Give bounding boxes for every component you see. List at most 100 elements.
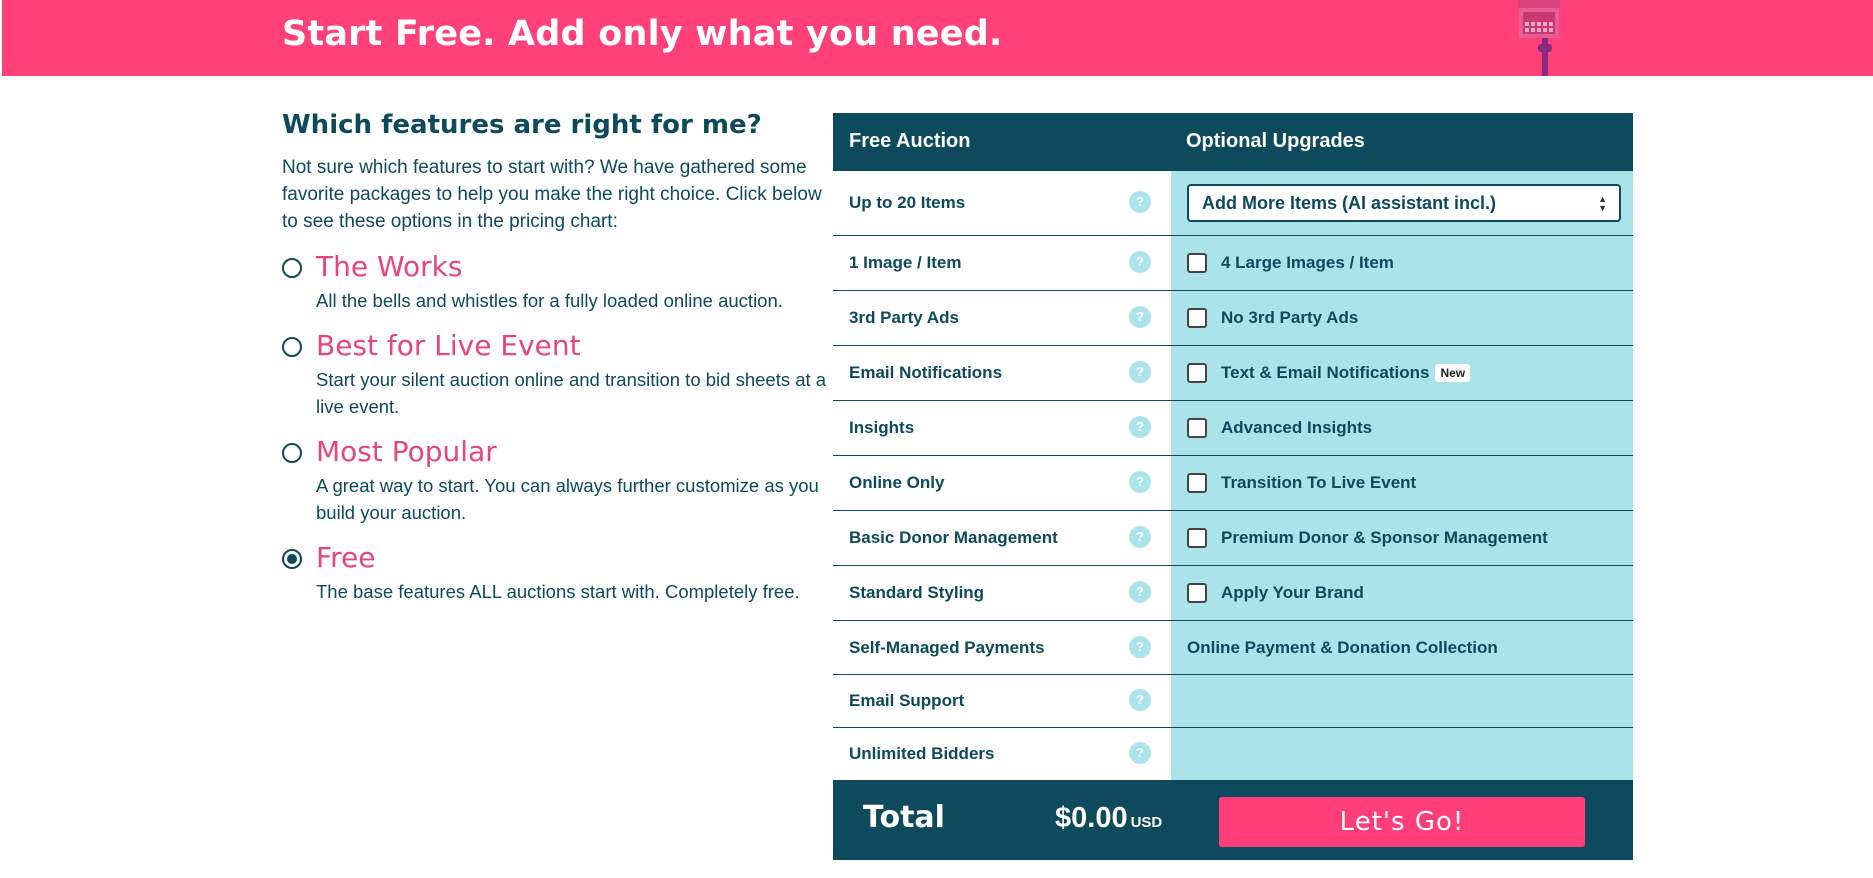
banner-title: Start Free. Add only what you need.	[282, 14, 1003, 54]
table-row: Insights? Advanced Insights	[833, 400, 1633, 455]
upgrade-checkbox[interactable]	[1187, 583, 1207, 603]
package-best-for-live-event[interactable]: Best for Live Event Start your silent au…	[282, 328, 827, 420]
help-icon[interactable]: ?	[1129, 361, 1151, 383]
total-label: Total	[863, 800, 945, 835]
upgrade-checkbox[interactable]	[1187, 418, 1207, 438]
free-feature-label: Email Notifications	[849, 363, 1003, 382]
shopping-cart-icon	[1518, 0, 1560, 76]
upgrade-cell: Add More Items (AI assistant incl.) ▲ ▼	[1171, 171, 1633, 235]
table-row: Unlimited Bidders?	[833, 727, 1633, 780]
select-value: Add More Items (AI assistant incl.)	[1202, 192, 1497, 213]
new-badge: New	[1435, 364, 1471, 382]
upgrade-label: Online Payment & Donation Collection	[1187, 637, 1498, 657]
help-icon[interactable]: ?	[1129, 635, 1151, 658]
help-icon[interactable]: ?	[1129, 689, 1151, 711]
help-icon[interactable]: ?	[1129, 581, 1151, 603]
upgrade-cell: Text & Email Notifications New	[1171, 346, 1633, 400]
upgrade-label[interactable]: Text & Email Notifications	[1221, 363, 1429, 383]
total-amount: $0.00 USD	[1055, 802, 1162, 835]
help-icon[interactable]: ?	[1129, 251, 1151, 273]
free-feature: Self-Managed Payments?	[833, 621, 1171, 674]
free-feature: 1 Image / Item?	[833, 236, 1171, 290]
upgrade-cell: Transition To Live Event	[1171, 456, 1633, 510]
free-feature-label: Online Only	[849, 473, 945, 492]
total-value: $0.00	[1055, 802, 1128, 834]
package-name[interactable]: The Works	[316, 249, 827, 285]
upgrade-label[interactable]: 4 Large Images / Item	[1221, 253, 1394, 273]
free-feature: 3rd Party Ads?	[833, 291, 1171, 345]
table-row: Online Only? Transition To Live Event	[833, 455, 1633, 510]
free-feature: Standard Styling?	[833, 566, 1171, 620]
header-free-auction: Free Auction	[849, 130, 971, 152]
free-feature: Up to 20 Items?	[833, 171, 1171, 235]
free-feature-label: Up to 20 Items	[849, 193, 966, 212]
select-arrows-icon: ▲ ▼	[1598, 194, 1607, 213]
free-feature: Online Only?	[833, 456, 1171, 510]
help-icon[interactable]: ?	[1129, 191, 1151, 213]
add-more-items-select[interactable]: Add More Items (AI assistant incl.) ▲ ▼	[1187, 184, 1621, 222]
table-row: Email Notifications? Text & Email Notifi…	[833, 345, 1633, 400]
table-row: 3rd Party Ads? No 3rd Party Ads	[833, 290, 1633, 345]
free-feature: Email Support?	[833, 675, 1171, 727]
free-feature: Email Notifications?	[833, 346, 1171, 400]
upgrade-cell-empty	[1171, 728, 1633, 780]
banner: Start Free. Add only what you need.	[2, 0, 1873, 76]
upgrade-cell: No 3rd Party Ads	[1171, 291, 1633, 345]
upgrade-cell: Apply Your Brand	[1171, 566, 1633, 620]
table-row: Basic Donor Management? Premium Donor & …	[833, 510, 1633, 565]
header-optional-upgrades: Optional Upgrades	[1186, 130, 1365, 152]
table-row: Standard Styling? Apply Your Brand	[833, 565, 1633, 620]
radio-free[interactable]	[282, 549, 302, 569]
table-row: Up to 20 Items? Add More Items (AI assis…	[833, 170, 1633, 235]
upgrade-cell: Advanced Insights	[1171, 401, 1633, 455]
package-desc: All the bells and whistles for a fully l…	[316, 290, 783, 311]
package-most-popular[interactable]: Most Popular A great way to start. You c…	[282, 434, 827, 526]
free-feature-label: Unlimited Bidders	[849, 744, 995, 763]
upgrade-label[interactable]: No 3rd Party Ads	[1221, 308, 1358, 328]
upgrade-label[interactable]: Apply Your Brand	[1221, 583, 1364, 603]
help-icon[interactable]: ?	[1129, 416, 1151, 438]
free-feature-label: Email Support	[849, 691, 965, 710]
radio-the-works[interactable]	[282, 258, 302, 278]
upgrade-cell: Premium Donor & Sponsor Management	[1171, 511, 1633, 565]
upgrade-label[interactable]: Premium Donor & Sponsor Management	[1221, 528, 1548, 548]
free-feature-label: Standard Styling	[849, 583, 985, 602]
free-feature: Insights?	[833, 401, 1171, 455]
package-chooser: Which features are right for me? Not sur…	[282, 110, 827, 619]
package-the-works[interactable]: The Works All the bells and whistles for…	[282, 249, 827, 314]
free-feature: Unlimited Bidders?	[833, 728, 1171, 780]
upgrade-label[interactable]: Advanced Insights	[1221, 418, 1372, 438]
package-name[interactable]: Free	[316, 540, 827, 576]
free-feature-label: Self-Managed Payments	[849, 637, 1045, 657]
upgrade-cell-empty	[1171, 675, 1633, 727]
package-name[interactable]: Best for Live Event	[316, 328, 827, 364]
total-currency: USD	[1130, 814, 1163, 831]
upgrade-checkbox[interactable]	[1187, 473, 1207, 493]
help-icon[interactable]: ?	[1129, 526, 1151, 548]
upgrade-checkbox[interactable]	[1187, 308, 1207, 328]
table-row: 1 Image / Item? 4 Large Images / Item	[833, 235, 1633, 290]
upgrade-label[interactable]: Transition To Live Event	[1221, 473, 1416, 493]
radio-most-popular[interactable]	[282, 443, 302, 463]
table-header: Free Auction Optional Upgrades	[833, 113, 1633, 170]
package-desc: A great way to start. You can always fur…	[316, 475, 819, 523]
section-heading: Which features are right for me?	[282, 110, 762, 140]
help-icon[interactable]: ?	[1129, 742, 1151, 764]
free-feature-label: Insights	[849, 418, 915, 437]
lets-go-button[interactable]: Let's Go!	[1219, 797, 1585, 847]
package-desc: Start your silent auction online and tra…	[316, 369, 827, 417]
page: Start Free. Add only what you need. Whic…	[2, 0, 1873, 878]
table-row: Self-Managed Payments? Online Payment & …	[833, 620, 1633, 674]
intro-text: Not sure which features to start with? W…	[282, 157, 822, 232]
upgrade-checkbox[interactable]	[1187, 253, 1207, 273]
radio-best-for-live-event[interactable]	[282, 337, 302, 357]
help-icon[interactable]: ?	[1129, 306, 1151, 328]
package-free[interactable]: Free The base features ALL auctions star…	[282, 540, 827, 605]
package-name[interactable]: Most Popular	[316, 434, 827, 470]
package-desc: The base features ALL auctions start wit…	[316, 581, 800, 602]
upgrade-cell: Online Payment & Donation Collection	[1171, 621, 1633, 674]
upgrade-checkbox[interactable]	[1187, 528, 1207, 548]
upgrade-checkbox[interactable]	[1187, 363, 1207, 383]
free-feature-label: 3rd Party Ads	[849, 308, 959, 327]
help-icon[interactable]: ?	[1129, 471, 1151, 493]
